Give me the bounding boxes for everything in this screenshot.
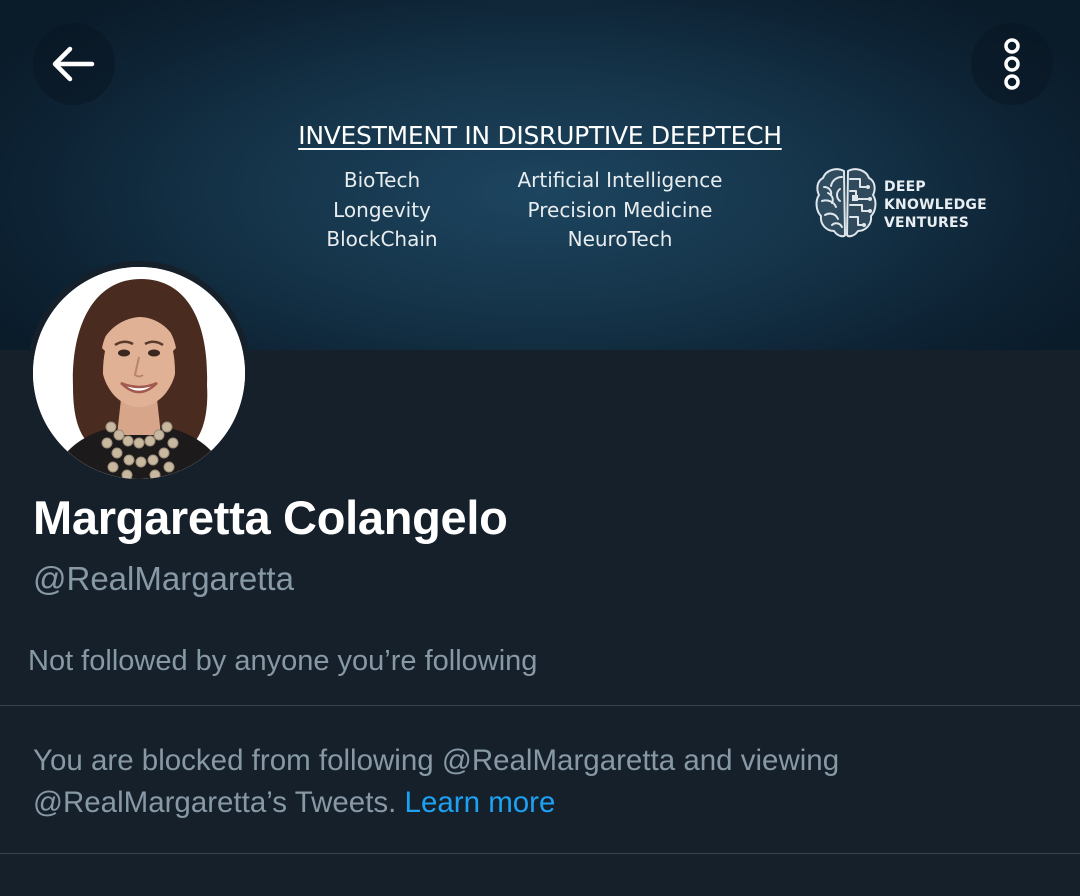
avatar-photo (33, 267, 245, 479)
banner-item: BlockChain (326, 227, 438, 251)
arrow-left-icon (52, 46, 95, 82)
banner-item: NeuroTech (567, 227, 673, 251)
banner-item: Precision Medicine (527, 197, 713, 222)
profile-name: Margaretta Colangelo (33, 491, 508, 544)
avatar[interactable] (33, 267, 245, 479)
banner-item: BioTech (343, 168, 421, 192)
learn-more-link[interactable]: Learn more (405, 786, 556, 819)
more-vertical-icon (1004, 38, 1020, 90)
more-options-button[interactable] (971, 23, 1053, 105)
banner-item: Artificial Intelligence (517, 168, 723, 192)
brand-line: VENTURES (884, 215, 970, 231)
profile-handle: @RealMargaretta (33, 560, 294, 597)
followed-by-text[interactable]: Not followed by anyone you’re following (28, 645, 537, 678)
divider (0, 853, 1080, 854)
banner-item: Longevity (333, 197, 431, 222)
brain-logo-icon (815, 168, 877, 238)
back-button[interactable] (33, 23, 115, 105)
brand-line: KNOWLEDGE (884, 197, 987, 213)
profile-screen: INVESTMENT IN DISRUPTIVE DEEPTECH BioTec… (0, 0, 1080, 896)
brand-line: DEEP (884, 179, 926, 195)
brand-name: DEEP KNOWLEDGE VENTURES (884, 178, 987, 232)
blocked-notice: You are blocked from following @RealMarg… (33, 740, 1043, 824)
avatar-container[interactable] (27, 261, 251, 485)
banner-list-left: BioTech Longevity BlockChain (312, 166, 452, 255)
banner-heading: INVESTMENT IN DISRUPTIVE DEEPTECH (298, 121, 782, 150)
divider (0, 705, 1080, 706)
banner-list-right: Artificial Intelligence Precision Medici… (490, 166, 750, 255)
